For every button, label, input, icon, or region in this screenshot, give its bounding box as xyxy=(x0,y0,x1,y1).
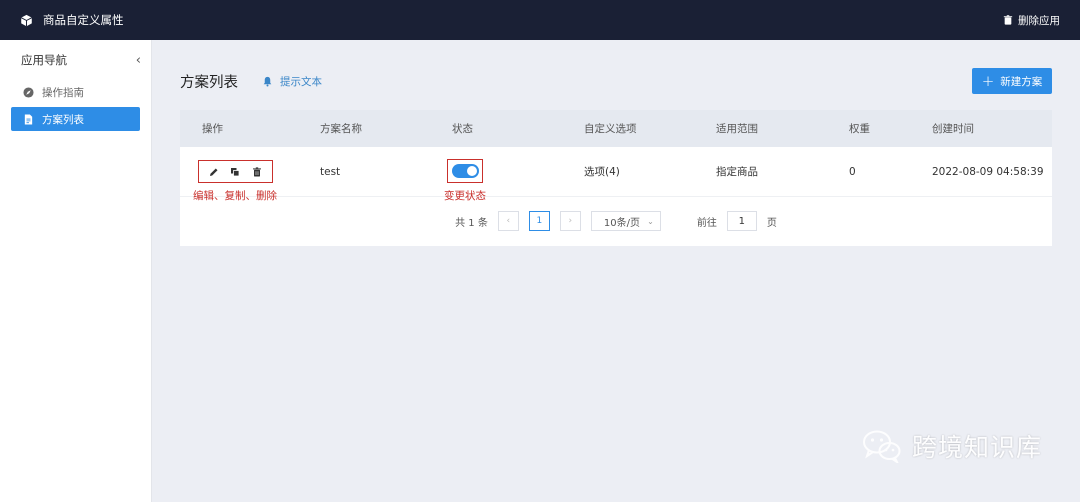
collapse-icon[interactable]: ‹ xyxy=(136,53,141,68)
delete-icon[interactable] xyxy=(251,166,263,178)
column-header-scope: 适用范围 xyxy=(716,123,758,135)
edit-icon[interactable] xyxy=(208,166,220,178)
plus-icon: + xyxy=(981,71,995,90)
delete-app-button[interactable]: 删除应用 xyxy=(1003,13,1060,28)
actions-annotation: 编辑、复制、删除 xyxy=(193,190,277,202)
next-page-button[interactable]: › xyxy=(559,211,581,231)
column-header-weight: 权重 xyxy=(849,123,870,135)
sidebar-item-guide[interactable]: 操作指南 xyxy=(11,80,140,104)
column-header-created: 创建时间 xyxy=(932,123,974,135)
delete-app-label: 删除应用 xyxy=(1018,14,1060,27)
created-cell: 2022-08-09 04:58:39 xyxy=(932,165,1044,178)
new-plan-label: 新建方案 xyxy=(1000,75,1043,88)
sidebar: 应用导航 ‹ 操作指南 方案列表 xyxy=(0,40,152,502)
column-header-actions: 操作 xyxy=(202,123,223,135)
hint-link[interactable]: 提示文本 xyxy=(262,74,322,89)
page-suffix: 页 xyxy=(766,217,777,229)
page-size-value: 10条/页 xyxy=(603,217,640,229)
wechat-icon xyxy=(863,430,901,463)
app-title: 商品自定义属性 xyxy=(43,13,124,27)
chevron-down-icon: ⌄ xyxy=(647,216,654,226)
status-annotation: 变更状态 xyxy=(444,190,486,202)
plan-table-card: 操作 方案名称 状态 自定义选项 适用范围 权重 创建时间 test 选项(4)… xyxy=(180,110,1052,246)
compass-icon xyxy=(23,86,34,98)
prev-page-button[interactable]: ‹ xyxy=(497,211,519,231)
page-header: 方案列表 提示文本 + 新建方案 xyxy=(180,68,1052,94)
page-button-current[interactable]: 1 xyxy=(528,211,550,231)
table-header: 操作 方案名称 状态 自定义选项 适用范围 权重 创建时间 xyxy=(180,110,1052,147)
cube-icon xyxy=(20,14,33,26)
sidebar-item-plans[interactable]: 方案列表 xyxy=(11,107,140,131)
page-title: 方案列表 xyxy=(180,74,238,91)
top-bar: 商品自定义属性 删除应用 xyxy=(0,0,1080,40)
new-plan-button[interactable]: + 新建方案 xyxy=(972,68,1052,94)
watermark: 跨境知识库 xyxy=(862,428,1042,464)
column-header-options: 自定义选项 xyxy=(584,123,637,135)
scope-cell: 指定商品 xyxy=(716,166,758,178)
sidebar-header: 应用导航 ‹ xyxy=(0,40,151,80)
plan-name-cell: test xyxy=(320,165,341,178)
options-cell: 选项(4) xyxy=(584,166,620,178)
goto-page-input[interactable] xyxy=(726,211,757,231)
table-row: test 选项(4) 指定商品 0 2022-08-09 04:58:39 编辑… xyxy=(180,147,1052,202)
column-header-name: 方案名称 xyxy=(320,123,362,135)
page-size-select[interactable]: 10条/页 ⌄ xyxy=(590,211,661,231)
bell-icon xyxy=(263,76,272,87)
brand: 商品自定义属性 xyxy=(20,12,124,28)
status-switch-box xyxy=(447,159,483,183)
document-icon xyxy=(24,113,33,125)
watermark-text: 跨境知识库 xyxy=(912,433,1043,462)
pagination: 共 1 条 ‹ 1 › 10条/页 ⌄ 前往 页 xyxy=(180,206,1052,236)
sidebar-item-label: 方案列表 xyxy=(42,113,84,126)
goto-label: 前往 xyxy=(696,217,717,229)
sidebar-item-label: 操作指南 xyxy=(42,86,84,99)
weight-cell: 0 xyxy=(849,165,856,178)
total-count: 共 1 条 xyxy=(455,217,488,229)
column-header-status: 状态 xyxy=(452,123,473,135)
status-toggle[interactable] xyxy=(451,164,479,178)
row-actions xyxy=(198,160,273,183)
hint-text: 提示文本 xyxy=(280,75,322,88)
sidebar-title: 应用导航 xyxy=(21,53,67,67)
trash-icon xyxy=(1003,15,1013,25)
copy-icon[interactable] xyxy=(229,166,241,178)
